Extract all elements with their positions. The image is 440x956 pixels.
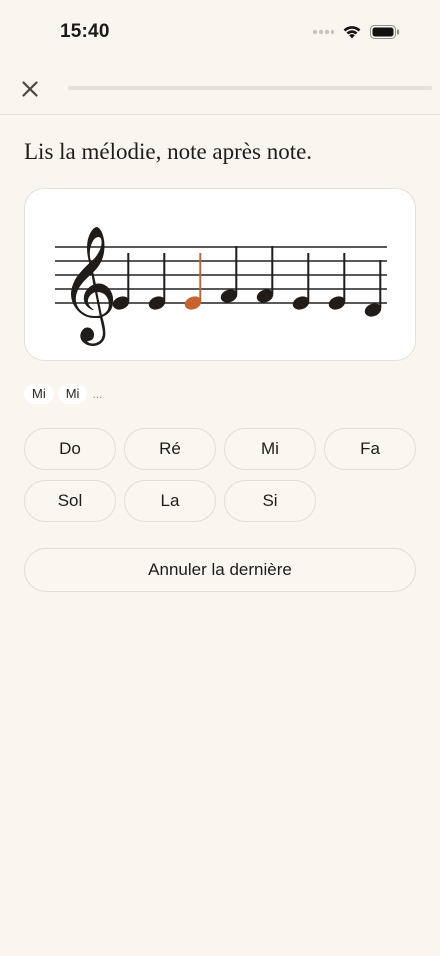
battery-icon — [370, 24, 399, 39]
progress-bar — [68, 86, 432, 90]
status-bar: 15:40 — [0, 0, 440, 60]
undo-last-button[interactable]: Annuler la dernière — [24, 548, 416, 592]
music-staff: 𝄞 — [55, 224, 387, 346]
note-button-re[interactable]: Ré — [124, 428, 216, 470]
status-icons — [312, 24, 400, 39]
treble-clef-icon: 𝄞 — [59, 224, 118, 346]
status-time: 15:40 — [60, 21, 110, 42]
note-button-sol[interactable]: Sol — [24, 480, 116, 522]
note-button-fa[interactable]: Fa — [324, 428, 416, 470]
note-button-la[interactable]: La — [124, 480, 216, 522]
answers-ellipsis: ... — [92, 387, 103, 401]
lesson-top-bar — [0, 68, 440, 114]
close-icon — [22, 81, 38, 97]
wifi-icon — [343, 26, 361, 39]
header-divider — [0, 114, 440, 115]
close-button[interactable] — [18, 77, 42, 101]
entered-answers: Mi Mi... — [24, 384, 102, 404]
note-button-do[interactable]: Do — [24, 428, 116, 470]
answer-chip: Mi — [57, 384, 88, 404]
answer-chip: Mi — [24, 384, 54, 404]
staff-card: 𝄞 — [24, 188, 416, 361]
note-button-mi[interactable]: Mi — [224, 428, 316, 470]
note-button-si[interactable]: Si — [224, 480, 316, 522]
exercise-prompt: Lis la mélodie, note après note. — [24, 139, 313, 164]
signal-dots-icon — [312, 29, 334, 34]
